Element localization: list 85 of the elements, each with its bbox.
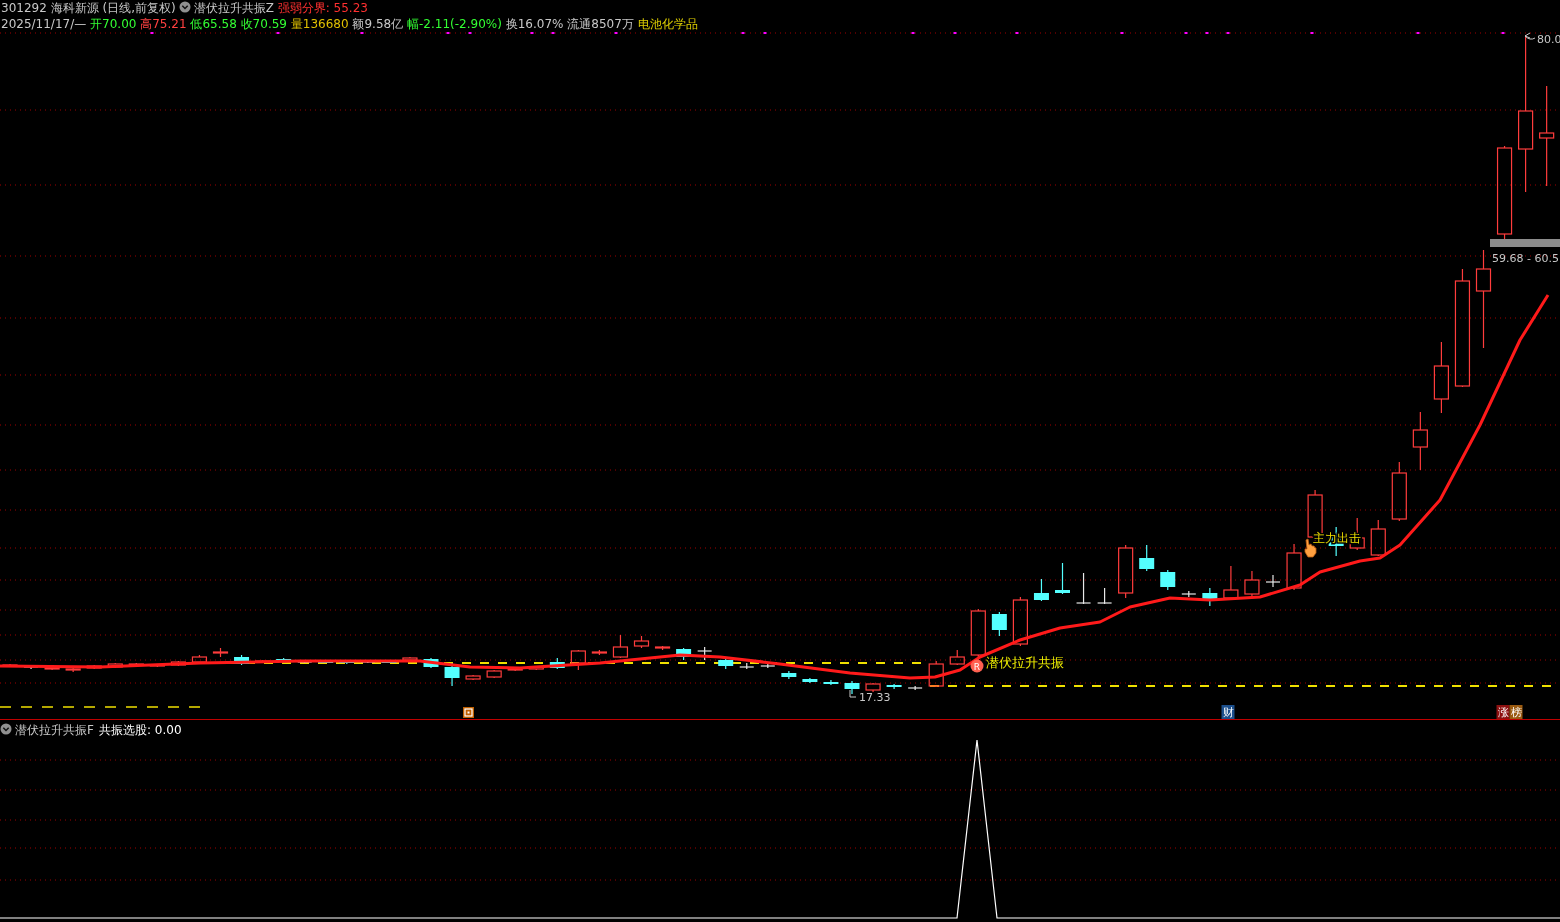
dropdown-icon[interactable] [0,723,12,735]
candle [676,647,692,661]
candle [1075,572,1092,605]
candle [907,685,923,691]
quote-value: 电池化学品 [637,17,698,31]
indicator-name: 潜伏拉升共振Z [193,1,274,15]
candle [1244,570,1260,598]
candle [402,656,418,663]
candle [549,657,565,670]
candle [633,635,650,649]
candle [654,645,671,651]
candle [423,657,439,669]
indicator-name: 潜伏拉升共振F [15,723,94,737]
candle [823,679,839,686]
candle [591,649,607,656]
quote-value: 流通8507万 [567,17,634,31]
candle [1286,543,1302,591]
candle [949,649,965,666]
candle [149,663,165,668]
candle [2,663,18,668]
signal-label: 潜伏拉升共振 [986,655,1064,670]
indicator-value: 共振选股: 0.00 [99,723,182,737]
quote-value: 高75.21 [140,17,187,31]
candle [128,662,144,667]
event-tag: 财 [1221,705,1235,719]
price-label: 59.68 - 60.5 [1492,252,1559,265]
candle [1033,578,1049,602]
quote-value: 量136680 [290,17,349,31]
stock-title: 301292 海科新源 [1,1,99,15]
candle [65,667,81,673]
signal-badge-icon: R [970,659,984,673]
marker-icon [463,707,474,718]
candle [1012,596,1028,647]
threshold-value: 强弱分界: 55.23 [277,1,368,15]
candle [928,660,944,688]
candle [1412,411,1428,471]
candle [1391,461,1407,522]
candle [844,680,860,695]
quote-value: 幅-2.11(-2.90%) [407,17,502,31]
quote-value: 2025/11/17/— [1,17,87,31]
candle [570,649,586,671]
candle [1202,587,1218,607]
candle [739,662,755,670]
candle [486,669,502,679]
candle [1223,565,1239,601]
price-label: 80.0 [1537,33,1560,46]
candle [44,666,60,671]
candle [697,646,713,661]
candle [1055,562,1070,595]
candle [1097,587,1113,605]
candle [170,660,186,667]
candle [212,647,229,658]
candle [865,682,881,693]
candle [760,663,776,669]
quote-value: 开70.00 [90,17,137,31]
quote-value: 额9.58亿 [352,17,404,31]
candle [802,677,818,684]
candle [1160,569,1176,591]
candle [1181,590,1197,598]
candle [991,611,1007,637]
dropdown-icon[interactable] [178,1,191,13]
event-tag: 涨 [1496,705,1510,719]
candle [507,667,523,672]
candle [1370,519,1386,557]
candle [1265,574,1281,588]
candle [528,665,544,671]
candle [1139,544,1155,572]
candle [234,654,250,666]
quote-value: 收70.59 [240,17,287,31]
quote-value: 低65.58 [190,17,237,31]
candle [612,634,629,659]
candle [191,654,208,664]
leader-line [849,689,857,698]
candle [297,660,313,664]
leader-line [1524,32,1536,40]
chart-period: (日线,前复权) [102,1,176,15]
price-zone-bar [1490,239,1560,247]
candle [718,656,734,670]
quote-value: 换16.07% [505,17,564,31]
candle [886,683,902,690]
price-label: 17.33 [859,691,891,704]
candle [1118,544,1134,599]
candle [781,670,797,680]
candle [465,674,481,681]
candle [360,660,376,664]
